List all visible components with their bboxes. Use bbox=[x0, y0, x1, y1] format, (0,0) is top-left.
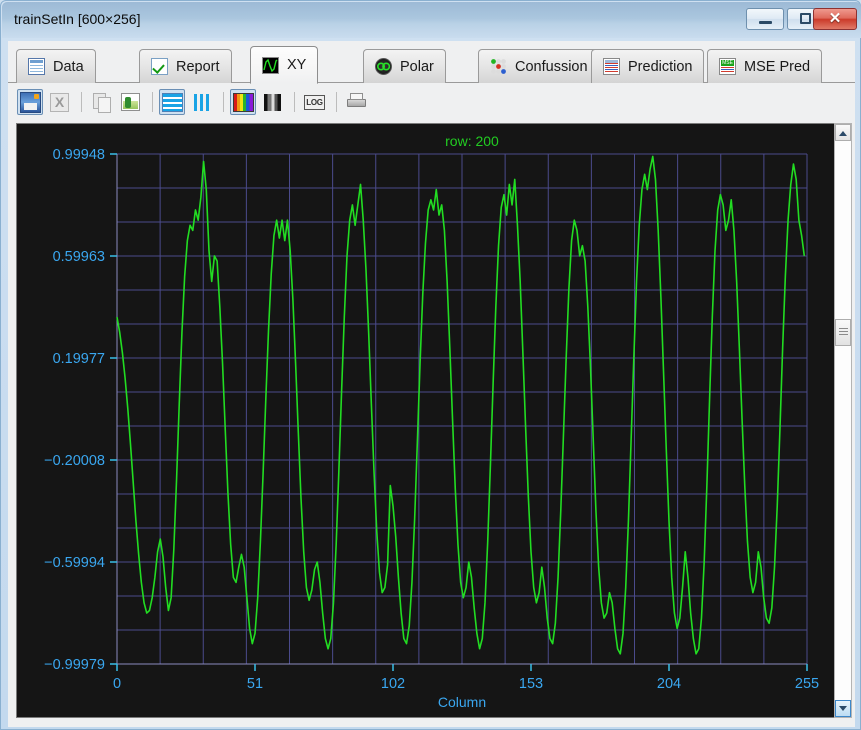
tab-mse-pred-label: MSE Pred bbox=[744, 58, 811, 75]
minimize-icon bbox=[759, 21, 772, 24]
toolbar-separator bbox=[294, 92, 295, 112]
vertical-bars-button[interactable] bbox=[188, 89, 214, 115]
up-arrow-icon bbox=[839, 130, 847, 136]
tab-xy[interactable]: XY bbox=[250, 46, 319, 84]
x-tick-label: 102 bbox=[381, 676, 405, 692]
tab-polar[interactable]: Polar bbox=[363, 49, 446, 83]
color-palette-icon bbox=[233, 93, 254, 112]
copy-pages-icon bbox=[93, 93, 111, 113]
prediction-grid-icon bbox=[603, 58, 620, 75]
y-tick-label: −0.20008 bbox=[44, 453, 105, 469]
log-scale-button[interactable]: LOG bbox=[301, 89, 327, 115]
x-tick-label: 204 bbox=[657, 676, 681, 692]
minimize-button[interactable] bbox=[746, 8, 784, 30]
x-tick-label: 255 bbox=[795, 676, 819, 692]
printer-icon bbox=[347, 93, 366, 111]
scroll-down-button[interactable] bbox=[835, 700, 851, 717]
window-title: trainSetIn [600×256] bbox=[14, 11, 141, 27]
copy-button[interactable] bbox=[88, 89, 114, 115]
tab-mse-pred[interactable]: MSE MSE Pred bbox=[707, 49, 823, 83]
toolbar-separator bbox=[81, 92, 82, 112]
application-window: trainSetIn [600×256] ✕ Data Report XY Po… bbox=[0, 0, 861, 730]
restore-icon bbox=[800, 13, 811, 24]
client-area: Data Report XY Polar Confussion Predicti… bbox=[8, 41, 855, 727]
x-tick-label: 51 bbox=[247, 676, 263, 692]
tab-prediction-label: Prediction bbox=[628, 58, 693, 75]
copy-image-icon bbox=[121, 93, 140, 111]
toolbar-separator bbox=[152, 92, 153, 112]
vertical-scrollbar[interactable] bbox=[834, 123, 852, 718]
tab-confussion-label: Confussion bbox=[515, 58, 588, 75]
confusion-dots-icon bbox=[490, 58, 507, 75]
tab-prediction[interactable]: Prediction bbox=[591, 49, 705, 83]
xy-plot-panel[interactable]: 0.99948 0.59963 0.19977 −0.20008 −0.59994 −0.… bbox=[16, 123, 840, 718]
tab-strip: Data Report XY Polar Confussion Predicti… bbox=[8, 45, 855, 84]
export-excel-button[interactable]: X bbox=[46, 89, 72, 115]
xy-chart: 0.99948 0.59963 0.19977 −0.20008 −0.59994 −0.… bbox=[17, 124, 839, 717]
table-grid-icon bbox=[28, 58, 45, 75]
mse-icon-label: MSE bbox=[722, 60, 733, 66]
title-bar: trainSetIn [600×256] ✕ bbox=[2, 2, 861, 38]
log-icon: LOG bbox=[304, 95, 325, 110]
x-tick-label: 153 bbox=[519, 676, 543, 692]
scrollbar-track[interactable] bbox=[835, 141, 851, 700]
save-image-button[interactable] bbox=[17, 89, 43, 115]
chart-title: row: 200 bbox=[445, 133, 499, 149]
y-tick-label: −0.99979 bbox=[44, 657, 105, 673]
tab-polar-label: Polar bbox=[400, 58, 434, 75]
scroll-thumb[interactable] bbox=[835, 319, 851, 346]
print-button[interactable] bbox=[343, 89, 369, 115]
gray-palette-icon bbox=[264, 94, 281, 111]
x-tick-label: 0 bbox=[113, 676, 121, 692]
tab-data-label: Data bbox=[53, 58, 84, 75]
tab-report-label: Report bbox=[176, 58, 220, 75]
y-tick-label: 0.99948 bbox=[53, 147, 105, 163]
gray-palette-button[interactable] bbox=[259, 89, 285, 115]
tab-confussion[interactable]: Confussion bbox=[478, 49, 600, 83]
toolbar-separator bbox=[336, 92, 337, 112]
tab-data[interactable]: Data bbox=[16, 49, 96, 83]
close-button[interactable]: ✕ bbox=[813, 8, 857, 30]
horizontal-lines-button[interactable] bbox=[159, 89, 185, 115]
toolbar: X LOG bbox=[8, 85, 855, 119]
color-palette-button[interactable] bbox=[230, 89, 256, 115]
tab-xy-label: XY bbox=[287, 57, 307, 73]
down-arrow-icon bbox=[839, 705, 847, 711]
y-tick-label: 0.19977 bbox=[53, 351, 105, 367]
excel-sheet-icon: X bbox=[50, 93, 69, 112]
scroll-up-button[interactable] bbox=[835, 124, 851, 141]
copy-image-button[interactable] bbox=[117, 89, 143, 115]
close-icon: ✕ bbox=[828, 10, 842, 27]
vertical-bars-icon bbox=[194, 94, 209, 111]
y-tick-label: −0.59994 bbox=[44, 555, 105, 571]
y-tick-label: 0.59963 bbox=[53, 249, 105, 265]
toolbar-separator bbox=[223, 92, 224, 112]
green-check-icon bbox=[151, 58, 168, 75]
horizontal-lines-icon bbox=[162, 93, 183, 112]
x-axis-label: Column bbox=[438, 694, 486, 710]
save-image-icon bbox=[20, 92, 41, 113]
polar-infinity-icon bbox=[375, 58, 392, 75]
mse-grid-icon: MSE bbox=[719, 58, 736, 75]
xy-waveform-icon bbox=[262, 56, 279, 74]
tab-report[interactable]: Report bbox=[139, 49, 232, 83]
